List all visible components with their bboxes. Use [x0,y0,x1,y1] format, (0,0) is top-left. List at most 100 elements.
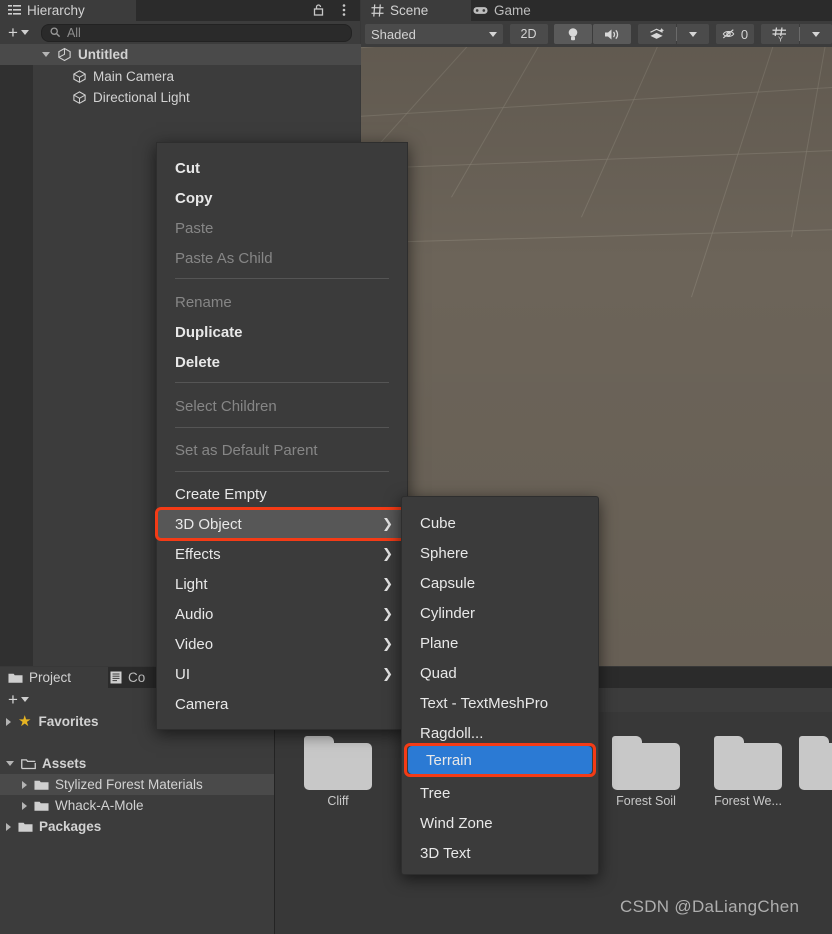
submenu-item-capsule[interactable]: Capsule [402,568,598,598]
hierarchy-search-input[interactable]: All [40,23,352,42]
hierarchy-add-button[interactable]: + [0,24,35,41]
submenu-item-wind-zone[interactable]: Wind Zone [402,808,598,838]
hierarchy-gutter [0,44,33,666]
lock-icon[interactable] [312,4,325,20]
asset-item-forest-soil[interactable]: Forest Soil [595,736,697,808]
submenu-item-plane[interactable]: Plane [402,628,598,658]
menu-item-delete[interactable]: Delete [157,347,407,377]
tab-hierarchy[interactable]: Hierarchy [0,0,136,21]
project-tree-item-stylized-forest-materials[interactable]: Stylized Forest Materials [0,774,296,795]
submenu-item-text-textmeshpro[interactable]: Text - TextMeshPro [402,688,598,718]
project-tree-item-packages[interactable]: Packages [0,816,280,837]
tab-scene-label: Scene [390,3,429,18]
menu-item-label: Create Empty [175,485,267,503]
menu-item-label: Camera [175,695,229,713]
submenu-item-label: Capsule [420,574,476,592]
chevron-down-icon[interactable] [42,52,50,57]
scene-toolbar: Shaded 2D 0 Y [361,21,832,47]
menu-item-duplicate[interactable]: Duplicate [157,317,407,347]
folder-icon [612,736,680,790]
submenu-item-3d-text[interactable]: 3D Text [402,838,598,868]
hierarchy-kebab-menu-icon[interactable] [342,3,346,20]
folder-icon [799,736,832,790]
hierarchy-item-untitled[interactable]: Untitled [0,44,402,65]
grid-snap-button[interactable]: Y [760,24,799,44]
menu-item-copy[interactable]: Copy [157,183,407,213]
menu-item-ui[interactable]: UI ❯ [157,659,407,689]
toggle-2d-button[interactable]: 2D [509,24,548,44]
submenu-item-label: Tree [420,784,451,802]
project-tree: ★ Favorites Assets Stylized Forest Mater… [0,711,296,934]
menu-item-video[interactable]: Video ❯ [157,629,407,659]
menu-item-label: Rename [175,293,232,311]
hidden-objects-button[interactable]: 0 [716,24,755,44]
search-icon [50,27,61,38]
menu-item-3d-object[interactable]: 3D Object ❯ [157,509,407,539]
gameobject-cube-icon [73,70,86,83]
chevron-right-icon[interactable] [22,780,27,789]
submenu-item-cylinder[interactable]: Cylinder [402,598,598,628]
submenu-item-ragdoll[interactable]: Ragdoll... [402,718,598,748]
submenu-item-label: Sphere [420,544,469,562]
menu-item-select-children: Select Children [157,391,407,421]
asset-item-forest-weeds[interactable]: Forest We... [697,736,799,808]
submenu-item-cube[interactable]: Cube [402,508,598,538]
project-add-button[interactable]: + [0,691,35,708]
grid-snap-dropdown[interactable] [799,24,832,44]
submenu-item-terrain[interactable]: Terrain [408,746,592,774]
menu-item-create-empty[interactable]: Create Empty [157,479,407,509]
grid-snap-icon: Y [772,26,786,42]
tab-hierarchy-label: Hierarchy [27,3,85,18]
chevron-right-icon[interactable] [6,717,11,726]
hierarchy-icon [8,5,21,15]
submenu-item-tree[interactable]: Tree [402,778,598,808]
menu-item-cut[interactable]: Cut [157,153,407,183]
scene-fx-button[interactable] [638,24,677,44]
scene-tabstrip: Scene Game [361,0,832,21]
svg-text:Y: Y [778,34,783,42]
folder-icon [34,801,49,811]
menu-item-label: Video [175,635,214,653]
tab-scene[interactable]: Scene [361,0,471,21]
draw-mode-dropdown[interactable]: Shaded [365,24,503,44]
menu-item-label: UI [175,665,190,683]
submenu-item-label: Text - TextMeshPro [420,694,549,712]
hierarchy-search-placeholder: All [66,25,81,40]
menu-item-label: Paste [175,219,214,237]
chevron-right-icon[interactable] [22,801,27,810]
project-tree-item-label: Assets [42,756,87,771]
asset-item-cliff[interactable]: Cliff [287,736,389,808]
menu-item-label: 3D Object [175,515,242,533]
tab-project-label: Project [29,670,72,685]
submenu-item-label: Ragdoll... [420,724,484,742]
folder-icon [714,736,782,790]
menu-item-camera[interactable]: Camera [157,689,407,719]
plus-icon: + [8,690,18,709]
submenu-item-quad[interactable]: Quad [402,658,598,688]
menu-item-effects[interactable]: Effects ❯ [157,539,407,569]
chevron-right-icon: ❯ [382,666,393,681]
project-tree-item-assets[interactable]: Assets [0,753,280,774]
eye-slash-icon [722,29,735,39]
chevron-right-icon[interactable] [6,822,11,831]
project-tree-item-whack-a-mole[interactable]: Whack-A-Mole [0,795,296,816]
tab-project[interactable]: Project [0,667,108,688]
toggle-lighting-button[interactable] [554,24,593,44]
watermark-text: CSDN @DaLiangChen [620,897,800,916]
menu-separator [175,278,389,279]
gameobject-cube-icon [73,91,86,104]
draw-mode-label: Shaded [371,26,416,42]
toggle-audio-button[interactable] [593,24,632,44]
submenu-item-sphere[interactable]: Sphere [402,538,598,568]
scene-fx-dropdown[interactable] [677,24,710,44]
asset-item-partial[interactable] [799,736,832,790]
menu-item-audio[interactable]: Audio ❯ [157,599,407,629]
hierarchy-item-label: Main Camera [93,69,175,84]
lightbulb-icon [569,27,578,40]
submenu-item-label: 3D Text [420,844,471,862]
project-tree-item-label: Whack-A-Mole [55,798,144,813]
menu-item-light[interactable]: Light ❯ [157,569,407,599]
chevron-down-icon [20,697,29,702]
chevron-down-icon[interactable] [6,761,14,766]
tab-game[interactable]: Game [463,0,570,21]
